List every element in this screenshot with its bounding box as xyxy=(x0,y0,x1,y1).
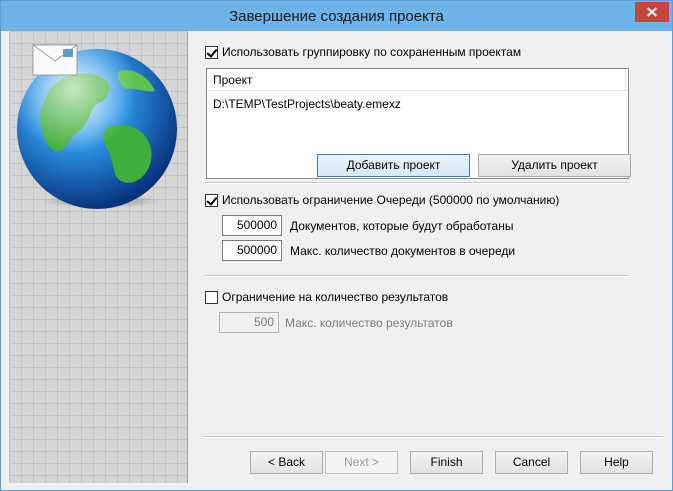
next-button[interactable]: Next > xyxy=(325,451,398,474)
results-count-label: Макс. количество результатов xyxy=(285,316,453,330)
title-bar[interactable]: Завершение создания проекта xyxy=(1,1,672,31)
back-button[interactable]: < Back xyxy=(250,451,323,474)
docs-count-label: Документов, которые будут обработаны xyxy=(290,219,514,233)
queue-limit-checkbox[interactable] xyxy=(205,193,218,207)
help-button[interactable]: Help xyxy=(580,451,653,474)
results-count-input[interactable]: 500 xyxy=(219,312,279,333)
column-header-project[interactable]: Проект xyxy=(213,73,253,87)
wizard-content: Использовать группировку по сохраненным … xyxy=(196,31,666,486)
remove-project-button[interactable]: Удалить проект xyxy=(478,154,631,177)
wizard-side-panel xyxy=(9,31,188,483)
cancel-button[interactable]: Cancel xyxy=(495,451,568,474)
wizard-window: Завершение создания проекта Использовать… xyxy=(0,0,673,491)
results-limit-label: Ограничение на количество результатов xyxy=(222,290,449,304)
globe-icon xyxy=(17,44,177,209)
list-header: Проект xyxy=(207,69,628,91)
queue-limit-option[interactable]: Использовать ограничение Очереди (500000… xyxy=(205,192,559,208)
divider xyxy=(205,182,628,184)
list-item[interactable]: D:\TEMP\TestProjects\beaty.emexz xyxy=(213,97,401,111)
queue-limit-label: Использовать ограничение Очереди (500000… xyxy=(222,193,560,207)
grouping-label: Использовать группировку по сохраненным … xyxy=(222,45,522,59)
divider xyxy=(205,275,628,277)
results-limit-checkbox[interactable] xyxy=(205,290,218,304)
max-queue-label: Макс. количество документов в очереди xyxy=(290,244,516,258)
docs-count-input[interactable]: 500000 xyxy=(222,215,282,236)
column-separator xyxy=(625,69,626,90)
add-project-button[interactable]: Добавить проект xyxy=(317,154,470,177)
grouping-option[interactable]: Использовать группировку по сохраненным … xyxy=(205,44,521,60)
max-queue-input[interactable]: 500000 xyxy=(222,240,282,261)
finish-button[interactable]: Finish xyxy=(410,451,483,474)
window-title: Завершение создания проекта xyxy=(229,8,444,25)
grouping-checkbox[interactable] xyxy=(205,45,218,59)
results-limit-option[interactable]: Ограничение на количество результатов xyxy=(205,289,448,305)
divider xyxy=(203,436,663,438)
close-icon[interactable] xyxy=(635,2,669,22)
